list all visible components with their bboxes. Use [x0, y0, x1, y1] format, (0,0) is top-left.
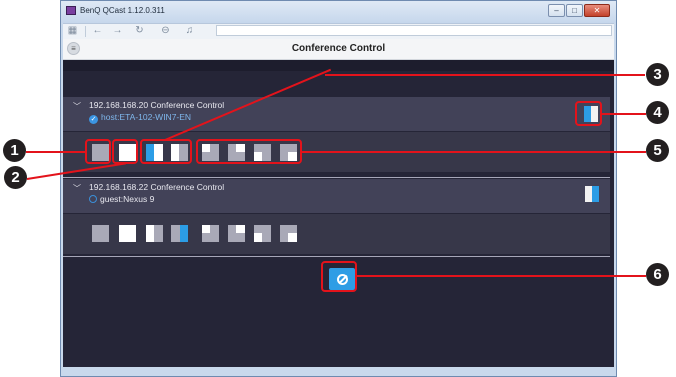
tile-split-left-white[interactable] — [146, 225, 163, 242]
check-icon[interactable]: ✓ — [89, 115, 98, 124]
callout-badge-5: 5 — [646, 139, 669, 162]
callout-badge-4: 4 — [646, 101, 669, 124]
address-field[interactable] — [216, 25, 612, 36]
callout-box-4 — [575, 101, 602, 126]
tile-quad-bottom-left[interactable] — [254, 225, 271, 242]
participant-row[interactable]: ✓ host:ETA-102-WIN7-EN — [89, 112, 191, 124]
conference-panel: ﹀ 192.168.168.20 Conference Control ✓ hos… — [63, 60, 614, 367]
callout-line-6 — [357, 275, 646, 277]
stop-icon[interactable]: ⊖ — [159, 25, 172, 37]
tile-quad-top-right[interactable] — [228, 225, 245, 242]
back-icon[interactable]: ← — [91, 25, 104, 37]
divider — [63, 177, 610, 178]
conference-header[interactable]: ﹀ 192.168.168.22 Conference Control gues… — [63, 179, 610, 213]
callout-badge-3: 3 — [646, 63, 669, 86]
layout-status-icon[interactable] — [585, 186, 599, 202]
callout-box-3 — [140, 139, 192, 164]
close-button[interactable]: ✕ — [584, 4, 610, 17]
divider — [63, 256, 610, 257]
callout-line-5 — [302, 151, 646, 153]
toolbar: ▦ ← → ↻ ⊖ ♫ — [63, 23, 614, 40]
chevron-down-icon[interactable]: ﹀ — [73, 183, 81, 194]
layout-tiles-row — [63, 214, 610, 254]
forward-icon[interactable]: → — [111, 25, 124, 37]
page-title: Conference Control — [291, 43, 386, 54]
status-bar — [63, 367, 614, 376]
callout-line-3 — [325, 74, 645, 76]
tile-split-right-highlight[interactable] — [171, 225, 188, 242]
unchecked-circle-icon[interactable] — [89, 195, 97, 203]
participant-name: guest:Nexus 9 — [100, 194, 155, 204]
app-logo-icon — [66, 6, 76, 15]
window-title: BenQ QCast 1.12.0.311 — [80, 6, 165, 15]
refresh-icon[interactable]: ↻ — [133, 25, 146, 37]
toolbar-divider — [85, 26, 86, 37]
participant-row[interactable]: guest:Nexus 9 — [89, 194, 154, 204]
participant-name: host:ETA-102-WIN7-EN — [101, 112, 192, 122]
callout-line-4 — [602, 113, 646, 115]
conference-header[interactable]: ﹀ 192.168.168.20 Conference Control ✓ hos… — [63, 97, 610, 131]
callout-line-1 — [26, 151, 85, 153]
conference-title: 192.168.168.22 Conference Control — [89, 182, 225, 192]
music-icon[interactable]: ♫ — [183, 25, 196, 37]
window-controls: ‒ □ ✕ — [548, 4, 610, 17]
callout-box-1 — [85, 139, 111, 164]
tile-quad-bottom-right[interactable] — [280, 225, 297, 242]
callout-box-5 — [196, 139, 302, 164]
tile-full-white[interactable] — [119, 225, 136, 242]
maximize-button[interactable]: □ — [566, 4, 583, 17]
conference-title: 192.168.168.20 Conference Control — [89, 100, 225, 110]
app-window: BenQ QCast 1.12.0.311 ‒ □ ✕ ▦ ← → ↻ ⊖ ♫ … — [60, 0, 617, 377]
callout-badge-2: 2 — [4, 166, 27, 189]
callout-box-6 — [321, 261, 357, 292]
chevron-down-icon[interactable]: ﹀ — [73, 101, 81, 112]
title-bar: BenQ QCast 1.12.0.311 ‒ □ ✕ — [61, 1, 616, 23]
callout-badge-1: 1 — [3, 139, 26, 162]
apps-icon[interactable]: ▦ — [66, 25, 79, 37]
tile-full-grey[interactable] — [92, 225, 109, 242]
tile-quad-top-left[interactable] — [202, 225, 219, 242]
callout-badge-6: 6 — [646, 263, 669, 286]
top-band — [63, 60, 614, 71]
minimize-button[interactable]: ‒ — [548, 4, 565, 17]
app-header: ≡ Conference Control — [63, 39, 614, 60]
callout-box-2 — [112, 139, 138, 164]
